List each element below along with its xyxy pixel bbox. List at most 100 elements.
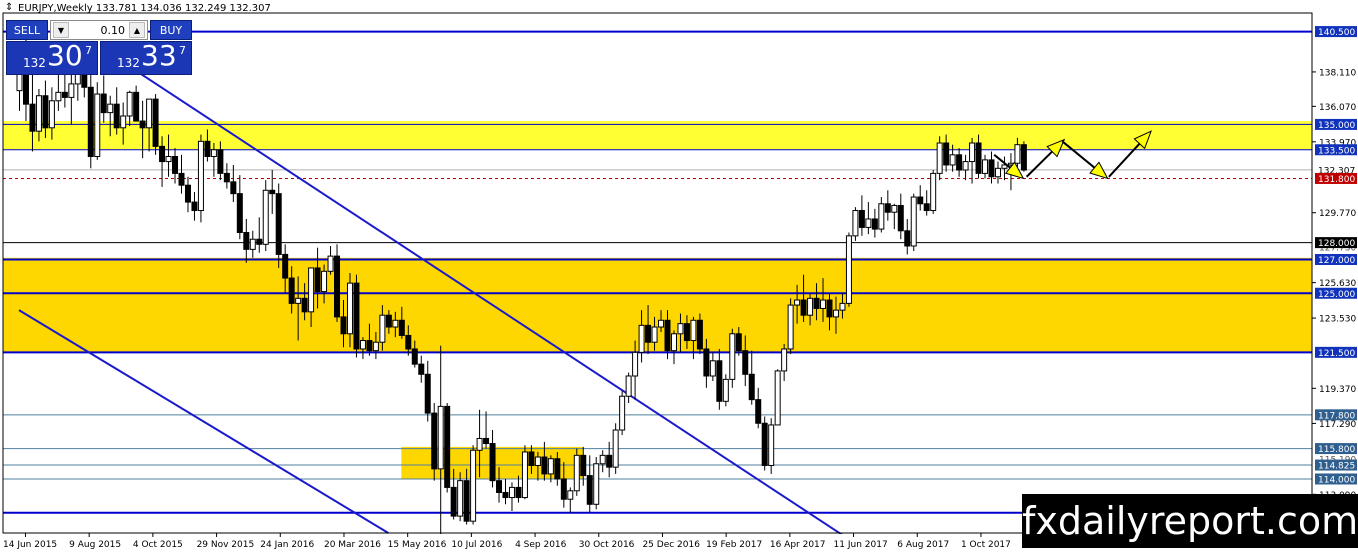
y-tick-label-0: 138.110 (1319, 68, 1356, 78)
candle-90 (599, 450, 606, 473)
candle-body (191, 201, 198, 212)
candle-body (437, 405, 444, 470)
candle-body (120, 115, 127, 129)
candle-107 (709, 352, 716, 382)
candle-body (632, 351, 639, 377)
candle-body (794, 299, 801, 306)
candle-body (930, 172, 937, 212)
candle-body (645, 324, 652, 343)
sell-price-prefix: 132 (23, 56, 46, 70)
candle-body (593, 463, 600, 505)
candle-27 (191, 191, 198, 221)
candle-72 (483, 411, 490, 449)
candle-body (346, 282, 353, 335)
lot-increase-icon[interactable]: ▲ (129, 22, 145, 38)
candle-136 (897, 193, 904, 240)
candle-34 (236, 175, 243, 240)
candle-body (217, 149, 224, 174)
buy-price-main: 33 (141, 39, 177, 72)
candle-body (651, 326, 658, 343)
candle-body (528, 451, 535, 466)
candle-body (567, 490, 574, 500)
y-tick-label-3: 129.770 (1319, 209, 1356, 219)
candle-body (411, 348, 418, 365)
candle-body (612, 429, 619, 468)
lot-size-control: ▼ ▲ (50, 20, 148, 40)
candle-body (133, 91, 140, 122)
candle-28 (197, 134, 204, 223)
buy-button[interactable]: BUY (150, 20, 192, 40)
candle-155 (1020, 141, 1027, 172)
buy-price-prefix: 132 (117, 56, 140, 70)
candle-body (696, 319, 703, 350)
candle-body (502, 491, 509, 499)
candle-body (781, 348, 788, 372)
candle-85 (567, 487, 574, 513)
candle-108 (716, 348, 723, 410)
candle-141 (930, 170, 937, 214)
candle-body (476, 437, 483, 451)
candle-body (988, 159, 995, 178)
candle-body (755, 399, 762, 424)
candle-body (68, 83, 75, 98)
candle-11 (87, 67, 94, 169)
candle-body (223, 172, 230, 183)
candle-body (541, 456, 548, 475)
candle-body (982, 159, 989, 174)
candle-body (431, 412, 438, 470)
candle-32 (223, 163, 230, 189)
candle-body (236, 193, 243, 233)
lot-size-input[interactable] (71, 22, 127, 38)
candle-146 (962, 154, 969, 181)
candle-body (418, 363, 425, 375)
candle-body (891, 204, 898, 213)
sell-button[interactable]: SELL (6, 20, 48, 40)
level-label-6: 121.500 (1318, 349, 1355, 359)
candle-body (729, 333, 736, 380)
candle-78 (521, 445, 528, 500)
x-tick-label-6: 15 May 2016 (388, 540, 447, 550)
candle-93 (619, 391, 626, 436)
candle-body (664, 319, 671, 352)
candle-body (444, 405, 451, 488)
candle-52 (353, 274, 360, 358)
symbol-arrow-icon: ⇕ (5, 2, 14, 13)
candle-body (735, 333, 742, 352)
candle-33 (230, 164, 237, 203)
candle-body (165, 156, 172, 163)
candle-body (807, 297, 814, 316)
candle-88 (586, 455, 593, 513)
candle-body (126, 91, 133, 117)
candle-132 (871, 208, 878, 238)
x-tick-label-5: 20 Mar 2016 (324, 540, 381, 550)
candle-113 (748, 350, 755, 405)
candle-76 (508, 482, 515, 512)
candle-body (826, 299, 833, 318)
watermark-logo: fxdailyreport.com (1022, 494, 1358, 548)
candle-91 (606, 441, 613, 478)
candle-body (172, 156, 179, 174)
level-label-7: 117.800 (1318, 411, 1355, 421)
candle-body (670, 333, 677, 352)
candle-body (113, 103, 120, 129)
candle-body (256, 238, 263, 245)
candle-body (515, 486, 522, 499)
candle-152 (1001, 156, 1008, 181)
candle-body (353, 282, 360, 350)
candle-body (385, 314, 392, 328)
candle-body (334, 255, 341, 318)
candlestick-chart[interactable]: 138.110136.070133.970129.770125.630123.5… (0, 0, 1358, 554)
buy-price-display[interactable]: 132 33 7 (100, 39, 192, 75)
candle-body (975, 142, 982, 174)
candle-body (35, 95, 42, 132)
sell-price-display[interactable]: 132 30 7 (6, 39, 98, 75)
candle-129 (852, 207, 859, 241)
candle-body (573, 454, 580, 492)
lot-decrease-icon[interactable]: ▼ (53, 22, 69, 38)
candle-94 (625, 372, 632, 403)
candle-body (282, 253, 289, 279)
candle-77 (515, 475, 522, 503)
candle-body (554, 458, 561, 480)
candle-118 (781, 343, 788, 382)
candle-body (917, 196, 924, 205)
